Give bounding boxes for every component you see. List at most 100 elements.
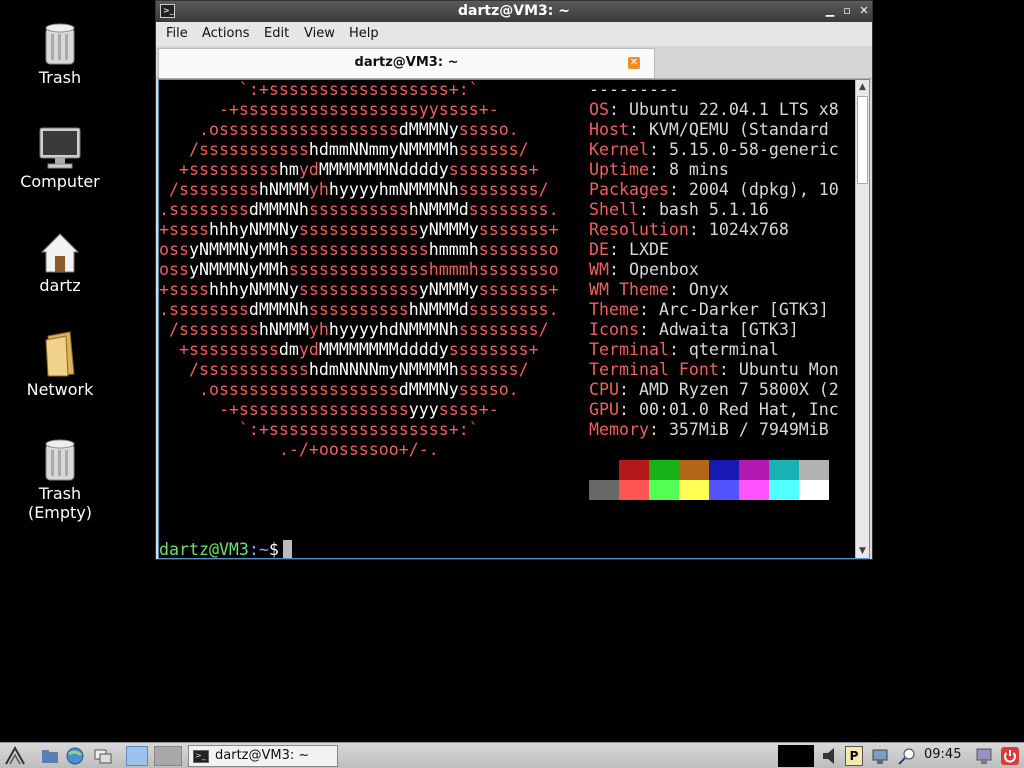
tab-label: dartz@VM3: ~: [354, 55, 459, 70]
ascii-logo-segment: hm: [278, 160, 299, 179]
cpu-monitor: [778, 745, 814, 767]
clock[interactable]: 09:45: [924, 747, 961, 762]
info-key: Kernel: [589, 140, 649, 159]
shell-prompt[interactable]: dartz@VM3:~$: [159, 540, 292, 559]
ascii-logo-segment: .ssssssss: [159, 300, 249, 319]
ascii-logo-segment: ssssssssssssss: [288, 240, 429, 259]
ascii-logo-segment: `:+ssssssssssssssssss+:`: [159, 420, 479, 439]
system-info-row: Shell: bash 5.1.16: [589, 200, 769, 220]
info-key: WM: [589, 260, 609, 279]
color-swatch: [679, 480, 709, 500]
scroll-up-icon[interactable]: ▲: [856, 80, 869, 94]
trash-empty-icon: [5, 428, 115, 482]
color-swatch: [769, 460, 799, 480]
desktop-icon-label: Computer: [20, 172, 100, 191]
window-switch-icon[interactable]: [93, 746, 113, 766]
ascii-logo-line: /ssssssssssshdmmNNmmyNMMMMhssssss/: [159, 140, 529, 160]
desktop-icon-home[interactable]: dartz: [5, 220, 115, 295]
desktop-icon-computer[interactable]: Computer: [5, 116, 115, 191]
desktop-icon-network[interactable]: Network: [5, 324, 115, 399]
start-menu-icon[interactable]: [4, 745, 25, 766]
menu-file[interactable]: File: [166, 26, 188, 41]
web-browser-icon[interactable]: [65, 746, 85, 766]
ascii-logo-segment: ssssssssssss: [298, 280, 419, 299]
ascii-logo-line: `:+ssssssssssssssssss+:`: [159, 80, 479, 100]
scrollbar-thumb[interactable]: [857, 96, 868, 184]
color-swatch: [619, 460, 649, 480]
color-swatch: [799, 460, 829, 480]
ascii-logo-line: .ssssssssdMMMNhsssssssssshNMMMdssssssss.: [159, 200, 559, 220]
info-value: Onyx: [688, 280, 729, 299]
ascii-logo-segment: ssssssso: [478, 240, 559, 259]
info-value: LXDE: [628, 240, 669, 259]
info-value: 8 mins: [668, 160, 729, 179]
desktop-icon-trash[interactable]: Trash: [5, 12, 115, 87]
info-colon: :: [648, 140, 669, 159]
power-icon[interactable]: [1000, 746, 1020, 766]
prompt-user: dartz@VM3: [159, 540, 249, 559]
ascii-logo-segment: +ssss: [159, 280, 209, 299]
info-value: bash 5.1.16: [658, 200, 769, 219]
info-colon: :: [668, 340, 689, 359]
ascii-logo-segment: hyyyyhdNMMMNh: [328, 320, 459, 339]
ascii-logo-line: +sssshhhyNMMNyssssssssssssyNMMMysssssss+: [159, 220, 559, 240]
info-value: AMD Ryzen 7 5800X (2: [638, 380, 839, 399]
taskbar-terminal-button[interactable]: >_ dartz@VM3: ~: [188, 745, 338, 767]
file-manager-icon[interactable]: [40, 746, 60, 766]
window-titlebar[interactable]: >_ dartz@VM3: ~ ▁ ▫ ✕: [156, 1, 872, 22]
color-swatch: [589, 460, 619, 480]
info-colon: :: [648, 160, 669, 179]
ascii-logo-segment: hNMMM: [258, 320, 309, 339]
info-value: Ubuntu Mon: [738, 360, 839, 379]
menu-view[interactable]: View: [304, 26, 335, 41]
minimize-icon[interactable]: ▁: [822, 3, 838, 19]
scroll-down-icon[interactable]: ▼: [856, 544, 869, 558]
info-value: Openbox: [628, 260, 699, 279]
menu-actions[interactable]: Actions: [202, 26, 250, 41]
desktop-icon-label: Trash (Empty): [27, 484, 93, 522]
ascii-logo-segment: ssssss/: [458, 360, 529, 379]
tab-close-icon[interactable]: ✕: [628, 57, 640, 69]
package-update-icon[interactable]: P: [845, 746, 863, 766]
terminal-output[interactable]: `:+ssssssssssssssssss+:` -+sssssssssssss…: [158, 79, 870, 559]
close-icon[interactable]: ✕: [856, 3, 872, 19]
vertical-scrollbar[interactable]: ▲ ▼: [855, 80, 869, 558]
ascii-logo-line: +sssssssssdmydMMMMMMMMddddyssssssss+: [159, 340, 539, 360]
system-info-row: WM Theme: Onyx: [589, 280, 729, 300]
menu-help[interactable]: Help: [349, 26, 379, 41]
ascii-logo-segment: -+sssssssssssssssss: [159, 400, 409, 419]
ascii-logo-segment: ssss+-: [438, 400, 499, 419]
search-icon[interactable]: [897, 746, 917, 766]
ascii-logo-segment: /ssssssss: [159, 320, 259, 339]
tab-terminal[interactable]: dartz@VM3: ~ ✕: [158, 48, 655, 78]
color-swatch: [619, 480, 649, 500]
info-colon: :: [638, 320, 659, 339]
info-value: KVM/QEMU (Standard: [648, 120, 829, 139]
info-key: Icons: [589, 320, 639, 339]
volume-icon[interactable]: [820, 746, 840, 766]
desktop-pager-1[interactable]: [126, 746, 148, 766]
info-key: Terminal Font: [589, 360, 719, 379]
ascii-logo-line: /sssssssshNMMMyhhyyyyhdNMMMNhssssssss/: [159, 320, 549, 340]
desktop-icon-trash-empty[interactable]: Trash (Empty): [5, 428, 115, 522]
menu-edit[interactable]: Edit: [264, 26, 289, 41]
desktop-icon-label: Trash: [38, 68, 82, 87]
network-icon[interactable]: [870, 746, 890, 766]
system-info-row: GPU: 00:01.0 Red Hat, Inc: [589, 400, 839, 420]
desktop-pager-2[interactable]: [154, 746, 182, 766]
menu-bar: File Actions Edit View Help: [156, 22, 872, 46]
ascii-logo-segment: hhhyNMMNy: [208, 220, 299, 239]
ascii-logo-line: `:+ssssssssssssssssss+:`: [159, 420, 479, 440]
info-value: 5.15.0-58-generic: [668, 140, 839, 159]
ascii-logo-segment: -+ssssssssssssssssssyyssss+-: [159, 100, 499, 119]
ascii-logo-segment: sssssss+: [478, 220, 559, 239]
info-colon: :: [618, 380, 639, 399]
system-info-row: Theme: Arc-Darker [GTK3]: [589, 300, 829, 320]
system-info-row: DE: LXDE: [589, 240, 669, 260]
ascii-logo-segment: ssssssssssss: [298, 220, 419, 239]
ascii-logo-segment: ssssssssss: [308, 300, 409, 319]
color-palette-row: [589, 460, 829, 480]
maximize-icon[interactable]: ▫: [839, 3, 855, 19]
info-key: Resolution: [589, 220, 689, 239]
lock-screen-icon[interactable]: [974, 746, 994, 766]
